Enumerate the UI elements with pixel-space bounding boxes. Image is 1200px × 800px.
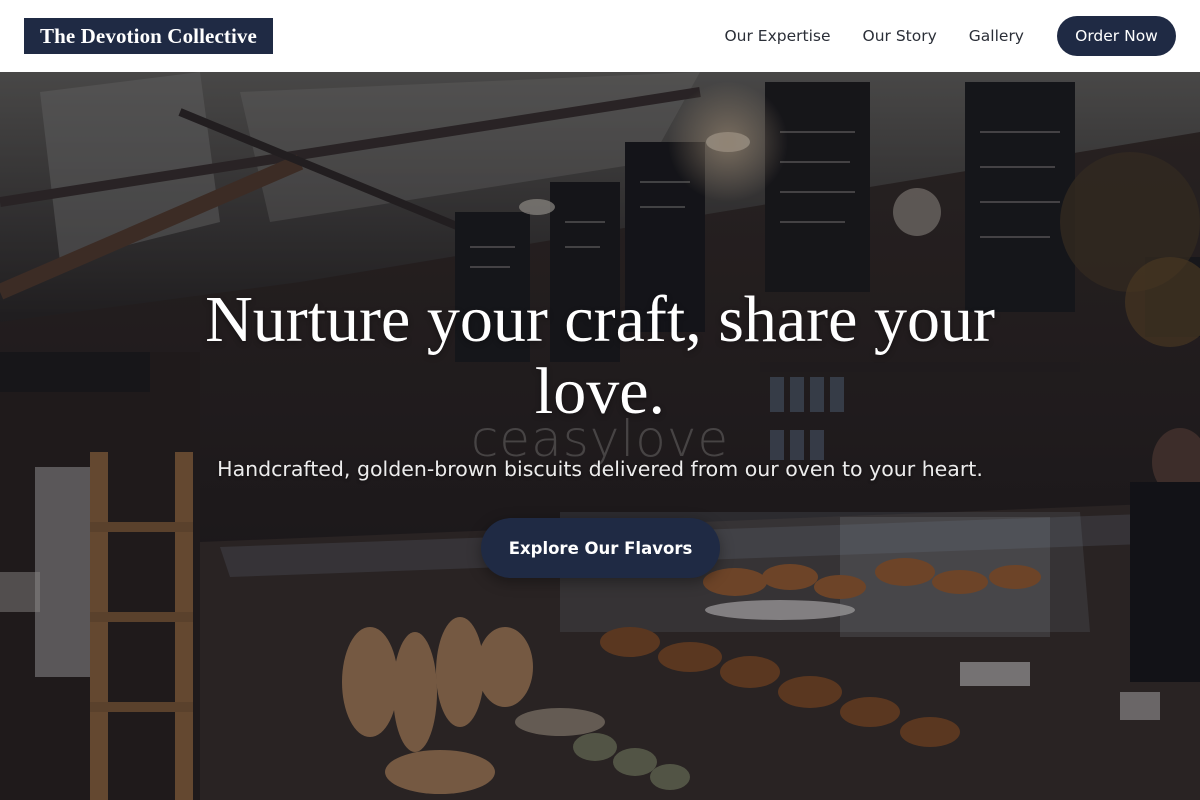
nav-link-our-story[interactable]: Our Story <box>863 27 937 45</box>
nav-link-our-expertise[interactable]: Our Expertise <box>724 27 830 45</box>
hero-subtitle: Handcrafted, golden-brown biscuits deliv… <box>217 457 983 481</box>
explore-flavors-button[interactable]: Explore Our Flavors <box>481 518 720 578</box>
brand-logo[interactable]: The Devotion Collective <box>24 18 273 54</box>
hero-title: Nurture your craft, share your love. <box>205 283 995 428</box>
site-header: The Devotion Collective Our Expertise Ou… <box>0 0 1200 72</box>
main-nav: Our Expertise Our Story Gallery Order No… <box>724 16 1176 56</box>
nav-link-gallery[interactable]: Gallery <box>969 27 1024 45</box>
hero-section: ceasylove Nurture your craft, share your… <box>0 72 1200 800</box>
order-now-button[interactable]: Order Now <box>1057 16 1176 56</box>
